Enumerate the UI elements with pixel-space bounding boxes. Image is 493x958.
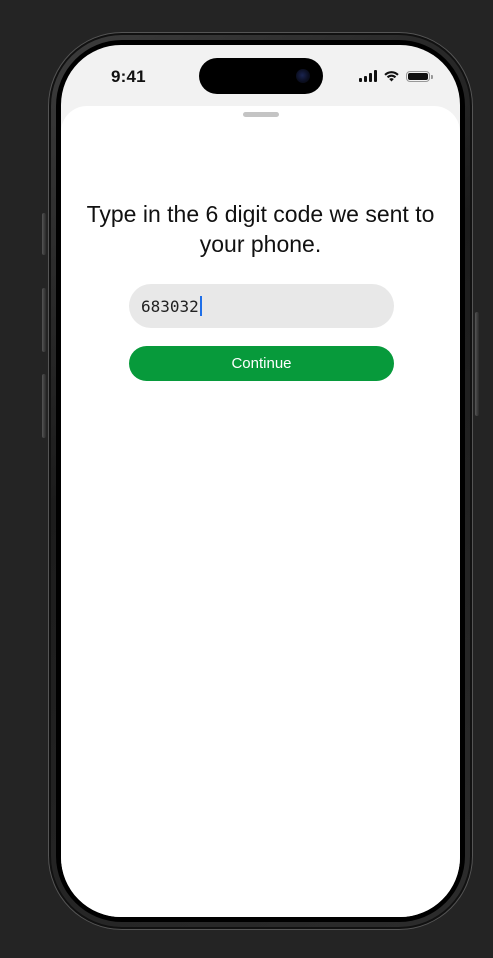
- status-bar: 9:41: [61, 45, 460, 107]
- sheet-grabber-handle[interactable]: [243, 112, 279, 117]
- wifi-icon: [384, 71, 399, 82]
- battery-icon: [406, 70, 433, 82]
- side-button-hardware: [475, 312, 479, 416]
- text-cursor: [199, 296, 202, 316]
- verification-code-value: 683032: [141, 296, 199, 316]
- action-button-hardware: [42, 213, 46, 255]
- front-camera-icon: [296, 69, 310, 83]
- status-icons: [359, 69, 433, 83]
- status-time: 9:41: [111, 67, 146, 86]
- continue-button[interactable]: Continue: [129, 346, 394, 381]
- cellular-signal-icon: [359, 70, 377, 82]
- phone-screen: 9:41 Type in the 6 digit code we sent to…: [61, 45, 460, 917]
- volume-down-hardware: [42, 374, 46, 438]
- volume-up-hardware: [42, 288, 46, 352]
- verification-sheet: Type in the 6 digit code we sent to your…: [61, 106, 460, 917]
- dynamic-island: [199, 58, 323, 94]
- device-stage: 9:41 Type in the 6 digit code we sent to…: [0, 0, 493, 958]
- verification-prompt: Type in the 6 digit code we sent to your…: [86, 201, 435, 257]
- verification-code-input[interactable]: 683032: [129, 284, 394, 328]
